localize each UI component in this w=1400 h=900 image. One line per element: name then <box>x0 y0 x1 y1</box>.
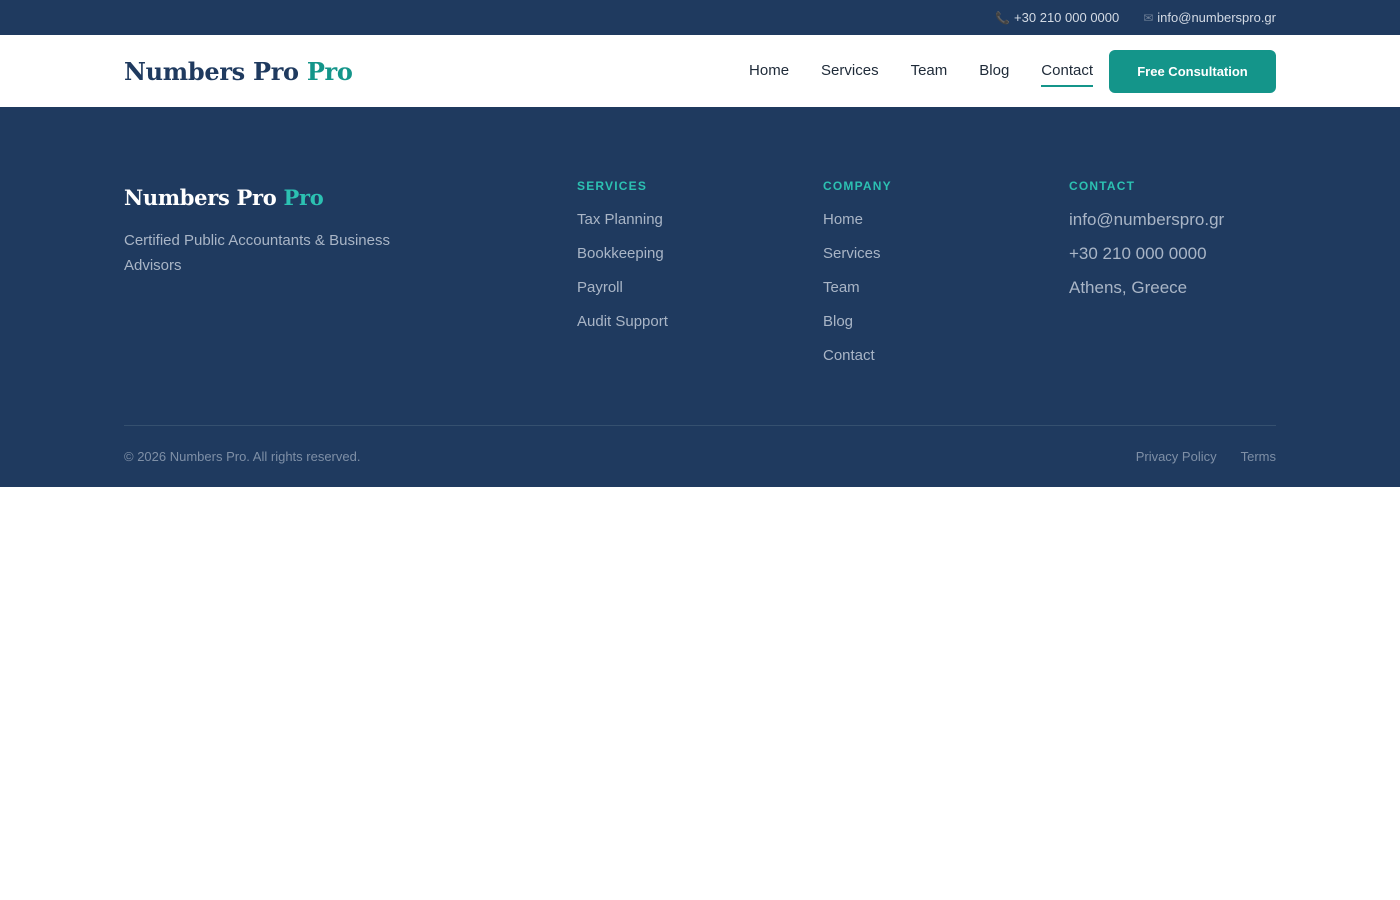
footer-bottom-bar: © 2026 Numbers Pro. All rights reserved.… <box>124 426 1276 486</box>
footer-logo[interactable]: Numbers Pro Pro <box>124 185 577 210</box>
footer-logo-main: Numbers Pro <box>124 185 277 210</box>
nav-link-team[interactable]: Team <box>911 56 948 87</box>
phone-icon: 📞 <box>995 10 1011 25</box>
site-header: Numbers Pro Pro Home Services Team Blog … <box>0 35 1400 107</box>
nav-link-blog[interactable]: Blog <box>979 56 1009 87</box>
footer-contact-list: info@numberspro.gr +30 210 000 0000 Athe… <box>1069 210 1276 312</box>
list-item: Team <box>823 279 1069 313</box>
footer-contact-heading: Contact <box>1069 179 1136 193</box>
free-consultation-button[interactable]: Free Consultation <box>1109 49 1276 93</box>
list-item: Tax Planning <box>577 211 823 245</box>
footer-link-home[interactable]: Home <box>823 211 863 228</box>
nav-link-contact[interactable]: Contact <box>1041 56 1093 87</box>
footer-company-list: Home Services Team Blog Contact <box>823 211 1069 381</box>
footer-link-services[interactable]: Services <box>823 245 881 262</box>
list-item: Blog <box>823 313 1069 347</box>
footer-contact-column: Contact info@numberspro.gr +30 210 000 0… <box>1069 179 1276 425</box>
copyright-text: © 2026 Numbers Pro. All rights reserved. <box>124 448 361 464</box>
list-item: Payroll <box>577 279 823 313</box>
footer-services-list: Tax Planning Bookkeeping Payroll Audit S… <box>577 211 823 347</box>
footer-contact-address: Athens, Greece <box>1069 278 1188 297</box>
list-item: Contact <box>823 347 1069 381</box>
footer-link-tax-planning[interactable]: Tax Planning <box>577 211 663 228</box>
footer-link-blog[interactable]: Blog <box>823 313 853 330</box>
legal-links: Privacy Policy Terms <box>1136 449 1276 464</box>
footer-company-column: Company Home Services Team Blog Contact <box>823 179 1069 425</box>
privacy-policy-link[interactable]: Privacy Policy <box>1136 449 1217 464</box>
header-logo-main: Numbers Pro <box>124 56 299 86</box>
topbar-phone-link[interactable]: 📞 +30 210 000 0000 <box>995 10 1119 25</box>
list-item: Audit Support <box>577 313 823 347</box>
top-bar: 📞 +30 210 000 0000 ✉ info@numberspro.gr <box>0 0 1400 35</box>
topbar-email-text: info@numberspro.gr <box>1157 10 1276 25</box>
topbar-phone-text: +30 210 000 0000 <box>1014 10 1120 25</box>
footer-link-bookkeeping[interactable]: Bookkeeping <box>577 245 664 262</box>
footer-contact-phone: +30 210 000 0000 <box>1069 244 1207 263</box>
nav-link-home[interactable]: Home <box>749 56 789 87</box>
nav-link-services[interactable]: Services <box>821 56 879 87</box>
footer-link-payroll[interactable]: Payroll <box>577 279 623 296</box>
footer-company-heading: Company <box>823 179 892 193</box>
footer-contact-email: info@numberspro.gr <box>1069 210 1225 229</box>
header-logo-accent: Pro <box>306 56 353 86</box>
topbar-email-link[interactable]: ✉ info@numberspro.gr <box>1143 10 1276 25</box>
envelope-icon: ✉ <box>1143 10 1154 25</box>
header-logo[interactable]: Numbers Pro Pro <box>124 57 353 86</box>
list-item: Services <box>823 245 1069 279</box>
main-nav: Home Services Team Blog Contact Free Con… <box>749 49 1276 93</box>
footer-brand-column: Numbers Pro Pro Certified Public Account… <box>124 179 577 425</box>
footer-services-heading: Services <box>577 179 648 193</box>
site-footer: Numbers Pro Pro Certified Public Account… <box>0 107 1400 487</box>
footer-tagline: Certified Public Accountants & Business … <box>124 232 390 274</box>
footer-services-column: Services Tax Planning Bookkeeping Payrol… <box>577 179 823 425</box>
footer-link-contact[interactable]: Contact <box>823 347 875 364</box>
list-item: Home <box>823 211 1069 245</box>
footer-link-audit-support[interactable]: Audit Support <box>577 313 668 330</box>
terms-link[interactable]: Terms <box>1241 449 1276 464</box>
footer-logo-accent: Pro <box>283 185 324 210</box>
list-item: Bookkeeping <box>577 245 823 279</box>
footer-link-team[interactable]: Team <box>823 279 860 296</box>
footer-columns: Numbers Pro Pro Certified Public Account… <box>124 179 1276 425</box>
